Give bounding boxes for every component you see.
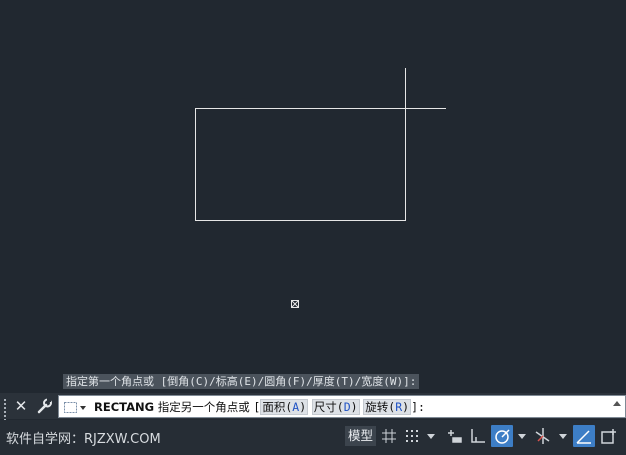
chevron-down-icon[interactable] <box>518 434 526 439</box>
ucs-origin-marker-icon <box>291 300 299 308</box>
command-history-line: 指定第一个角点或 [倒角(C)/标高(E)/圆角(F)/厚度(T)/宽度(W)]… <box>63 374 420 389</box>
chevron-up-icon[interactable] <box>613 401 621 406</box>
ortho-icon[interactable] <box>467 425 489 447</box>
option-rotation[interactable]: 旋转(R) <box>363 399 412 415</box>
model-space-button[interactable]: 模型 <box>345 426 377 446</box>
object-snap-icon[interactable] <box>598 425 620 447</box>
snap-icon[interactable] <box>401 425 423 447</box>
grid-icon[interactable] <box>378 425 400 447</box>
command-name: RECTANG <box>94 400 155 414</box>
wrench-icon[interactable] <box>35 396 53 416</box>
rectangle-preview <box>195 108 406 221</box>
drag-grip-icon[interactable] <box>4 397 9 437</box>
chevron-down-icon[interactable] <box>427 434 435 439</box>
chevron-down-icon[interactable] <box>559 434 567 439</box>
crosshair-cursor <box>365 68 446 148</box>
option-area[interactable]: 面积(A) <box>260 399 309 415</box>
watermark-text: 软件自学网：RJZXW.COM <box>6 432 161 447</box>
object-snap-tracking-icon[interactable] <box>573 425 595 447</box>
isodraft-icon[interactable] <box>532 425 554 447</box>
status-bar: 软件自学网：RJZXW.COM 模型 <box>0 420 626 455</box>
option-dimensions[interactable]: 尺寸(D) <box>311 399 360 415</box>
prompt-text: 指定另一个角点或 <box>157 400 250 414</box>
command-input[interactable]: RECTANG 指定另一个角点或 [面积(A) 尺寸(D) 旋转(R)]: <box>58 395 626 418</box>
polar-icon[interactable] <box>491 425 513 447</box>
command-recent-icon[interactable] <box>63 400 87 414</box>
command-prompt: RECTANG 指定另一个角点或 [面积(A) 尺寸(D) 旋转(R)]: <box>94 399 425 415</box>
drawing-canvas[interactable] <box>0 0 626 392</box>
infer-icon[interactable] <box>443 425 465 447</box>
close-icon[interactable]: ✕ <box>14 396 28 416</box>
